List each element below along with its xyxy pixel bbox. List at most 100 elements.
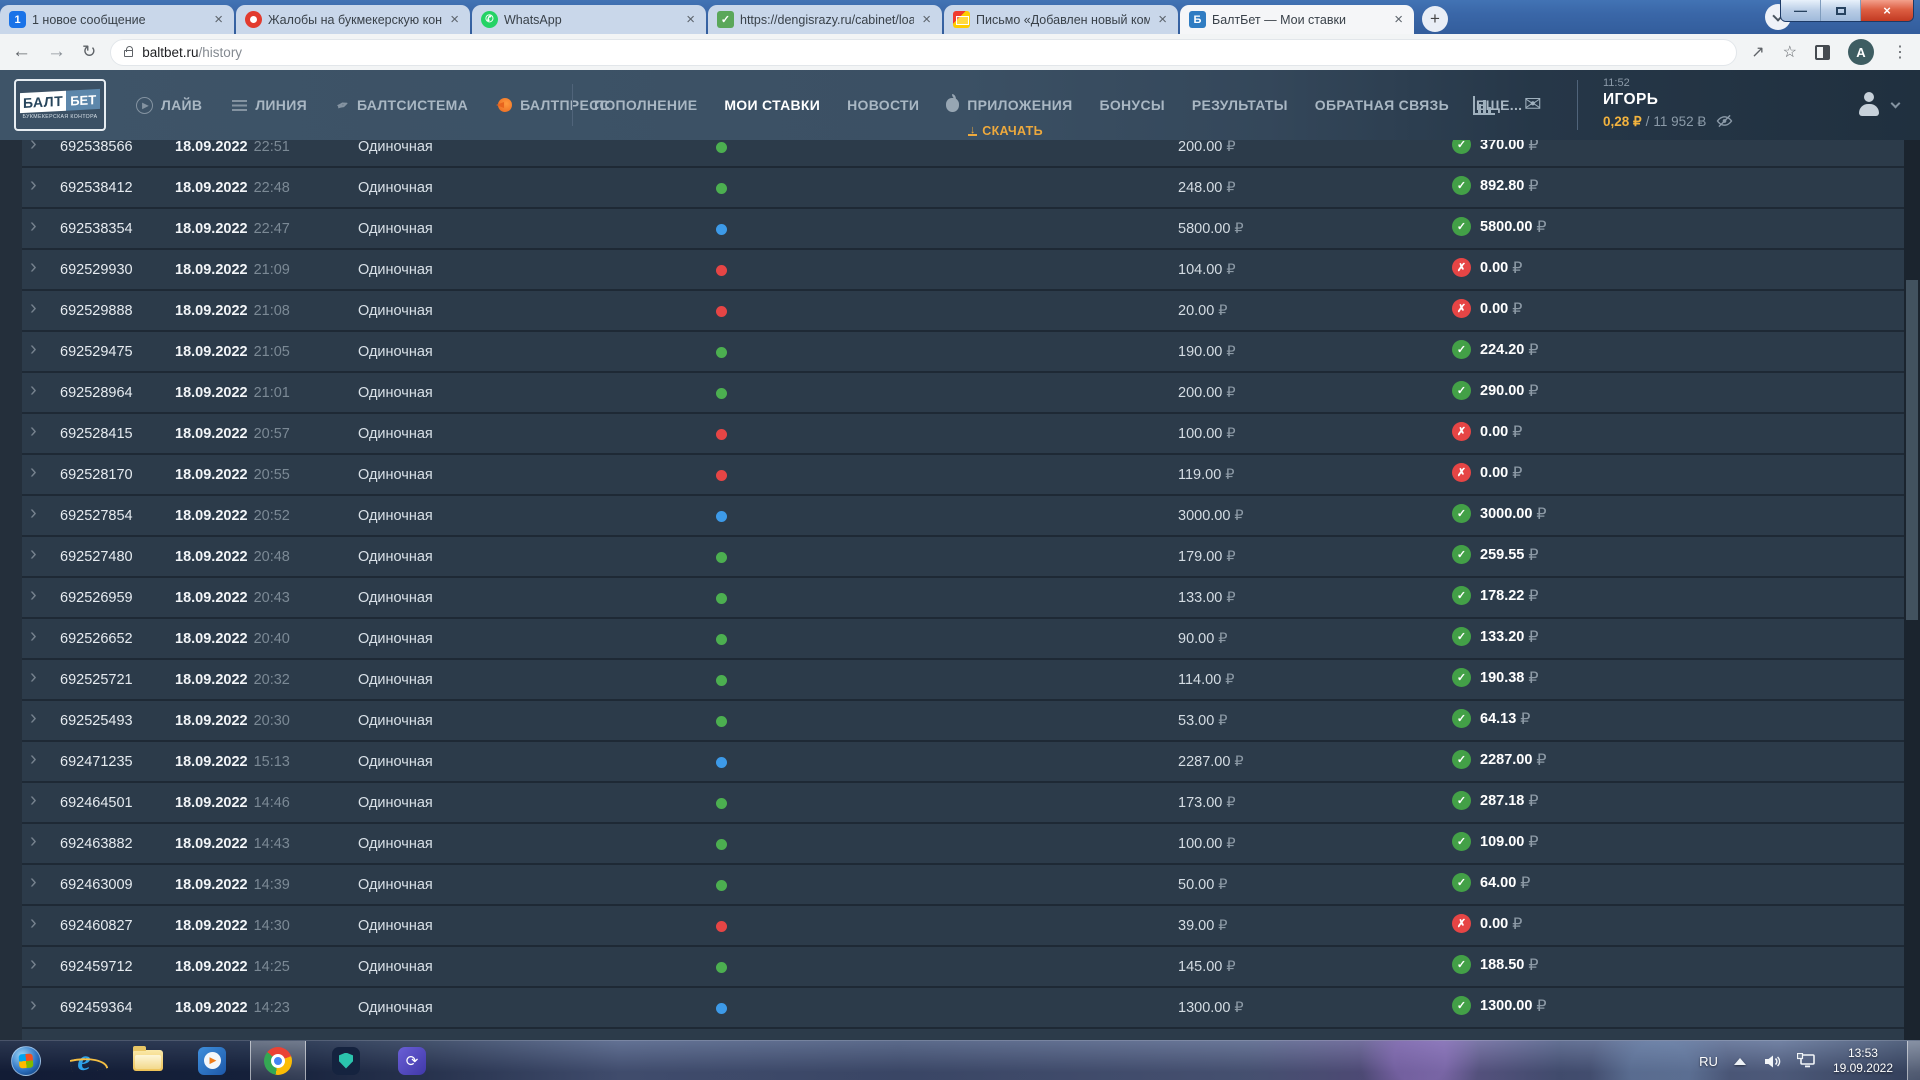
new-tab-button[interactable]: + [1422, 6, 1448, 32]
expand-chevron-icon[interactable]: › [30, 502, 37, 525]
expand-chevron-icon[interactable]: › [30, 338, 37, 361]
table-row[interactable]: › 692463882 18.09.202214:43 Одиночная 10… [0, 824, 1920, 865]
user-block[interactable]: 11:52 ИГОРЬ 0,28 ₽ / 11 952 Ƀ [1603, 77, 1733, 131]
nav-item-балтсистема[interactable]: ✒ БАЛТСИСТЕМА [337, 97, 468, 114]
expand-chevron-icon[interactable]: › [30, 543, 37, 566]
close-button[interactable]: × [1861, 0, 1913, 21]
nav-item-приложения[interactable]: ПРИЛОЖЕНИЯ ↓СКАЧАТЬ [946, 97, 1072, 113]
expand-chevron-icon[interactable]: › [30, 789, 37, 812]
expand-chevron-icon[interactable]: › [30, 748, 37, 771]
expand-chevron-icon[interactable]: › [30, 461, 37, 484]
browser-tab[interactable]: 1 1 новое сообщение × [0, 5, 234, 34]
baltbet-logo[interactable]: БАЛТ БЕТ БУКМЕКЕРСКАЯ КОНТОРА [14, 79, 106, 131]
taskbar-security-app[interactable] [320, 1041, 372, 1080]
table-row[interactable]: › 692460827 18.09.202214:30 Одиночная 39… [0, 906, 1920, 947]
taskbar-file-explorer[interactable] [122, 1041, 174, 1080]
tab-close-icon[interactable]: × [1156, 12, 1169, 27]
browser-tab[interactable]: Жалобы на букмекерскую конт × [236, 5, 470, 34]
taskbar-clock[interactable]: 13:53 19.09.2022 [1833, 1046, 1893, 1076]
expand-chevron-icon[interactable]: › [30, 707, 37, 730]
eye-off-icon[interactable] [1716, 114, 1733, 131]
taskbar-media-player[interactable]: ▶ [186, 1041, 238, 1080]
tab-close-icon[interactable]: × [684, 12, 697, 27]
expand-chevron-icon[interactable]: › [30, 140, 37, 156]
side-panel-icon[interactable] [1815, 45, 1830, 60]
table-row[interactable]: › 692528170 18.09.202220:55 Одиночная 11… [0, 455, 1920, 496]
expand-chevron-icon[interactable]: › [30, 420, 37, 443]
page-scrollbar[interactable] [1904, 140, 1920, 1040]
table-row[interactable]: › 692526652 18.09.202220:40 Одиночная 90… [0, 619, 1920, 660]
reload-button[interactable]: ↻ [82, 42, 96, 62]
table-row[interactable]: › 692459364 18.09.202214:23 Одиночная 13… [0, 988, 1920, 1029]
account-person-icon[interactable] [1856, 92, 1882, 118]
browser-tab[interactable]: ✓ https://dengisrazy.ru/cabinet/loa × [708, 5, 942, 34]
minimize-button[interactable]: — [1781, 0, 1821, 21]
chevron-down-icon[interactable] [1891, 99, 1901, 109]
table-row[interactable]: › 692538412 18.09.202222:48 Одиночная 24… [0, 168, 1920, 209]
nav-item-новости[interactable]: НОВОСТИ [847, 97, 919, 113]
nav-item-пополнение[interactable]: ПОПОЛНЕНИЕ [594, 97, 697, 113]
table-row[interactable]: › 692526959 18.09.202220:43 Одиночная 13… [0, 578, 1920, 619]
taskbar-chrome-active[interactable] [250, 1041, 306, 1080]
nav-item-линия[interactable]: ЛИНИЯ [232, 97, 307, 113]
tab-close-icon[interactable]: × [1392, 12, 1405, 27]
browser-tab[interactable]: Письмо «Добавлен новый ком × [944, 5, 1178, 34]
profile-avatar[interactable]: A [1848, 39, 1874, 65]
table-row[interactable]: › 692529475 18.09.202221:05 Одиночная 19… [0, 332, 1920, 373]
nav-item-мои-ставки[interactable]: МОИ СТАВКИ [724, 97, 820, 113]
browser-tab[interactable]: ✆ WhatsApp × [472, 5, 706, 34]
table-row[interactable]: › 692538354 18.09.202222:47 Одиночная 58… [0, 209, 1920, 250]
table-row[interactable]: › 692459712 18.09.202214:25 Одиночная 14… [0, 947, 1920, 988]
expand-chevron-icon[interactable]: › [30, 830, 37, 853]
expand-chevron-icon[interactable]: › [30, 174, 37, 197]
expand-chevron-icon[interactable]: › [30, 871, 37, 894]
start-button[interactable] [0, 1041, 52, 1080]
expand-chevron-icon[interactable]: › [30, 215, 37, 238]
speaker-icon[interactable] [1764, 1054, 1781, 1069]
forward-button[interactable]: → [47, 41, 66, 63]
table-row[interactable]: › 692527854 18.09.202220:52 Одиночная 30… [0, 496, 1920, 537]
address-bar[interactable]: baltbet.ru /history [110, 39, 1737, 66]
expand-chevron-icon[interactable]: › [30, 666, 37, 689]
download-link[interactable]: ↓СКАЧАТЬ [968, 124, 1043, 138]
table-row[interactable]: › 692528964 18.09.202221:01 Одиночная 20… [0, 373, 1920, 414]
show-desktop-button[interactable] [1907, 1041, 1920, 1080]
bar-chart-icon[interactable] [1473, 96, 1495, 115]
expand-chevron-icon[interactable]: › [30, 912, 37, 935]
tab-close-icon[interactable]: × [448, 12, 461, 27]
bookmark-star-icon[interactable]: ☆ [1783, 42, 1797, 62]
nav-item-бонусы[interactable]: БОНУСЫ [1099, 97, 1164, 113]
expand-chevron-icon[interactable]: › [30, 379, 37, 402]
table-row[interactable]: › 692525493 18.09.202220:30 Одиночная 53… [0, 701, 1920, 742]
nav-item-лайв[interactable]: ▶ ЛАЙВ [136, 97, 202, 114]
table-row[interactable]: › 692525721 18.09.202220:32 Одиночная 11… [0, 660, 1920, 701]
mail-icon[interactable]: ✉ [1524, 97, 1542, 113]
table-row[interactable]: › 692529930 18.09.202221:09 Одиночная 10… [0, 250, 1920, 291]
maximize-button[interactable] [1821, 0, 1861, 21]
share-icon[interactable]: ↗ [1751, 42, 1764, 62]
taskbar-internet-explorer[interactable]: e [58, 1041, 110, 1080]
table-row[interactable]: › 692527480 18.09.202220:48 Одиночная 17… [0, 537, 1920, 578]
expand-chevron-icon[interactable]: › [30, 625, 37, 648]
expand-chevron-icon[interactable]: › [30, 297, 37, 320]
language-indicator[interactable]: RU [1699, 1054, 1718, 1069]
network-icon[interactable] [1797, 1053, 1817, 1069]
tab-close-icon[interactable]: × [920, 12, 933, 27]
expand-chevron-icon[interactable]: › [30, 256, 37, 279]
browser-menu-icon[interactable]: ⋮ [1892, 42, 1908, 62]
table-row[interactable]: › 692528415 18.09.202220:57 Одиночная 10… [0, 414, 1920, 455]
table-row[interactable]: › 692538566 18.09.202222:51 Одиночная 20… [0, 140, 1920, 168]
nav-item-результаты[interactable]: РЕЗУЛЬТАТЫ [1192, 97, 1288, 113]
table-row[interactable]: › 692471235 18.09.202215:13 Одиночная 22… [0, 742, 1920, 783]
taskbar-recovery-app[interactable]: ⟳ [386, 1041, 438, 1080]
table-row[interactable]: › 692529888 18.09.202221:08 Одиночная 20… [0, 291, 1920, 332]
scrollbar-thumb[interactable] [1906, 280, 1918, 620]
nav-item-обратная-связь[interactable]: ОБРАТНАЯ СВЯЗЬ [1315, 97, 1449, 113]
table-row[interactable]: › 692464501 18.09.202214:46 Одиночная 17… [0, 783, 1920, 824]
table-row[interactable]: › 692463009 18.09.202214:39 Одиночная 50… [0, 865, 1920, 906]
expand-chevron-icon[interactable]: › [30, 994, 37, 1017]
tab-close-icon[interactable]: × [212, 12, 225, 27]
browser-tab[interactable]: Б БалтБет — Мои ставки × [1180, 5, 1414, 34]
expand-chevron-icon[interactable]: › [30, 584, 37, 607]
tray-expand-icon[interactable] [1734, 1058, 1746, 1065]
